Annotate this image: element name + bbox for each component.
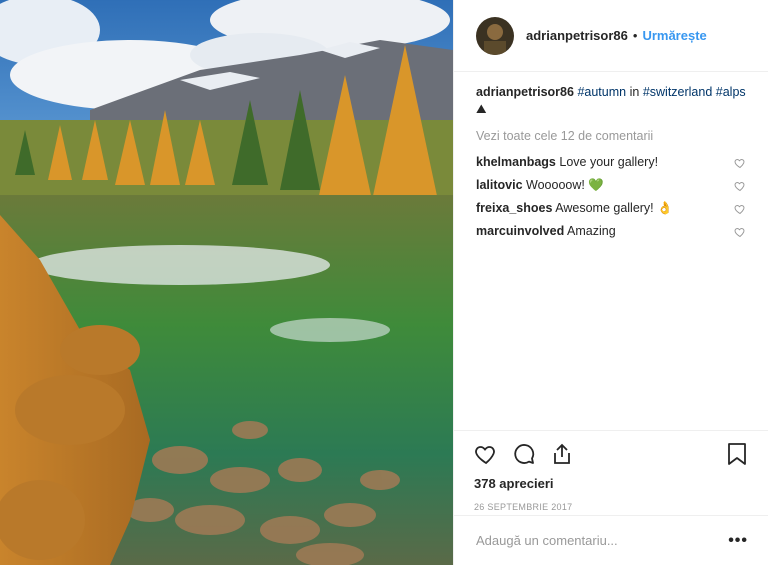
comment-row: freixa_shoes Awesome gallery! 👌: [476, 197, 746, 220]
comment-text: Love your gallery!: [559, 155, 659, 169]
mountain-emoji: ⛰: [476, 102, 487, 116]
comment-text: Amazing: [567, 224, 616, 238]
share-icon[interactable]: [550, 442, 574, 466]
post-sidebar: adrianpetrisor86 • Urmărește adrianpetri…: [453, 0, 768, 565]
comment-bubble-icon[interactable]: [512, 442, 536, 466]
comment-username[interactable]: marcuinvolved: [476, 224, 564, 238]
landscape-image: [0, 0, 453, 565]
comment-row: marcuinvolved Amazing: [476, 220, 746, 243]
caption-in: in: [629, 85, 640, 99]
bookmark-icon[interactable]: [726, 442, 748, 466]
caption: adrianpetrisor86 #autumn in #switzerland…: [476, 84, 746, 118]
heart-icon[interactable]: [474, 442, 498, 466]
more-options-icon[interactable]: •••: [728, 532, 748, 550]
comment-row: lalitovic Wooooow! 💚: [476, 174, 746, 197]
comment-username[interactable]: freixa_shoes: [476, 201, 552, 215]
comment-emoji: 👌: [657, 201, 673, 215]
post-photo[interactable]: [0, 0, 453, 565]
hashtag-autumn[interactable]: #autumn: [577, 85, 626, 99]
hashtag-alps[interactable]: #alps: [716, 85, 746, 99]
comment-emoji: 💚: [588, 178, 604, 192]
comment-row: khelmanbags Love your gallery!: [476, 151, 746, 174]
post: adrianpetrisor86 • Urmărește adrianpetri…: [0, 0, 768, 565]
comment-username[interactable]: lalitovic: [476, 178, 523, 192]
comment-like-icon[interactable]: [734, 157, 746, 169]
add-comment-bar: •••: [454, 515, 768, 565]
post-actions: 378 aprecieri 26 SEPTEMBRIE 2017: [454, 430, 768, 512]
comment-text: Wooooow!: [526, 178, 585, 192]
header-separator: •: [632, 28, 638, 43]
header-username[interactable]: adrianpetrisor86: [526, 28, 628, 43]
post-header: adrianpetrisor86 • Urmărește: [454, 0, 768, 72]
comments-section: adrianpetrisor86 #autumn in #switzerland…: [454, 72, 768, 243]
follow-button[interactable]: Urmărește: [642, 28, 706, 43]
comment-like-icon[interactable]: [734, 203, 746, 215]
comment-text: Awesome gallery!: [555, 201, 654, 215]
hashtag-switzerland[interactable]: #switzerland: [643, 85, 712, 99]
avatar[interactable]: [476, 16, 514, 55]
comment-username[interactable]: khelmanbags: [476, 155, 556, 169]
action-icons: [474, 440, 748, 468]
post-date[interactable]: 26 SEPTEMBRIE 2017: [474, 502, 748, 512]
comment-like-icon[interactable]: [734, 180, 746, 192]
comment-like-icon[interactable]: [734, 226, 746, 238]
comment-input[interactable]: [474, 532, 729, 549]
likes-count[interactable]: 378 aprecieri: [474, 476, 748, 491]
caption-username[interactable]: adrianpetrisor86: [476, 85, 574, 99]
view-all-comments-link[interactable]: Vezi toate cele 12 de comentarii: [476, 128, 746, 145]
